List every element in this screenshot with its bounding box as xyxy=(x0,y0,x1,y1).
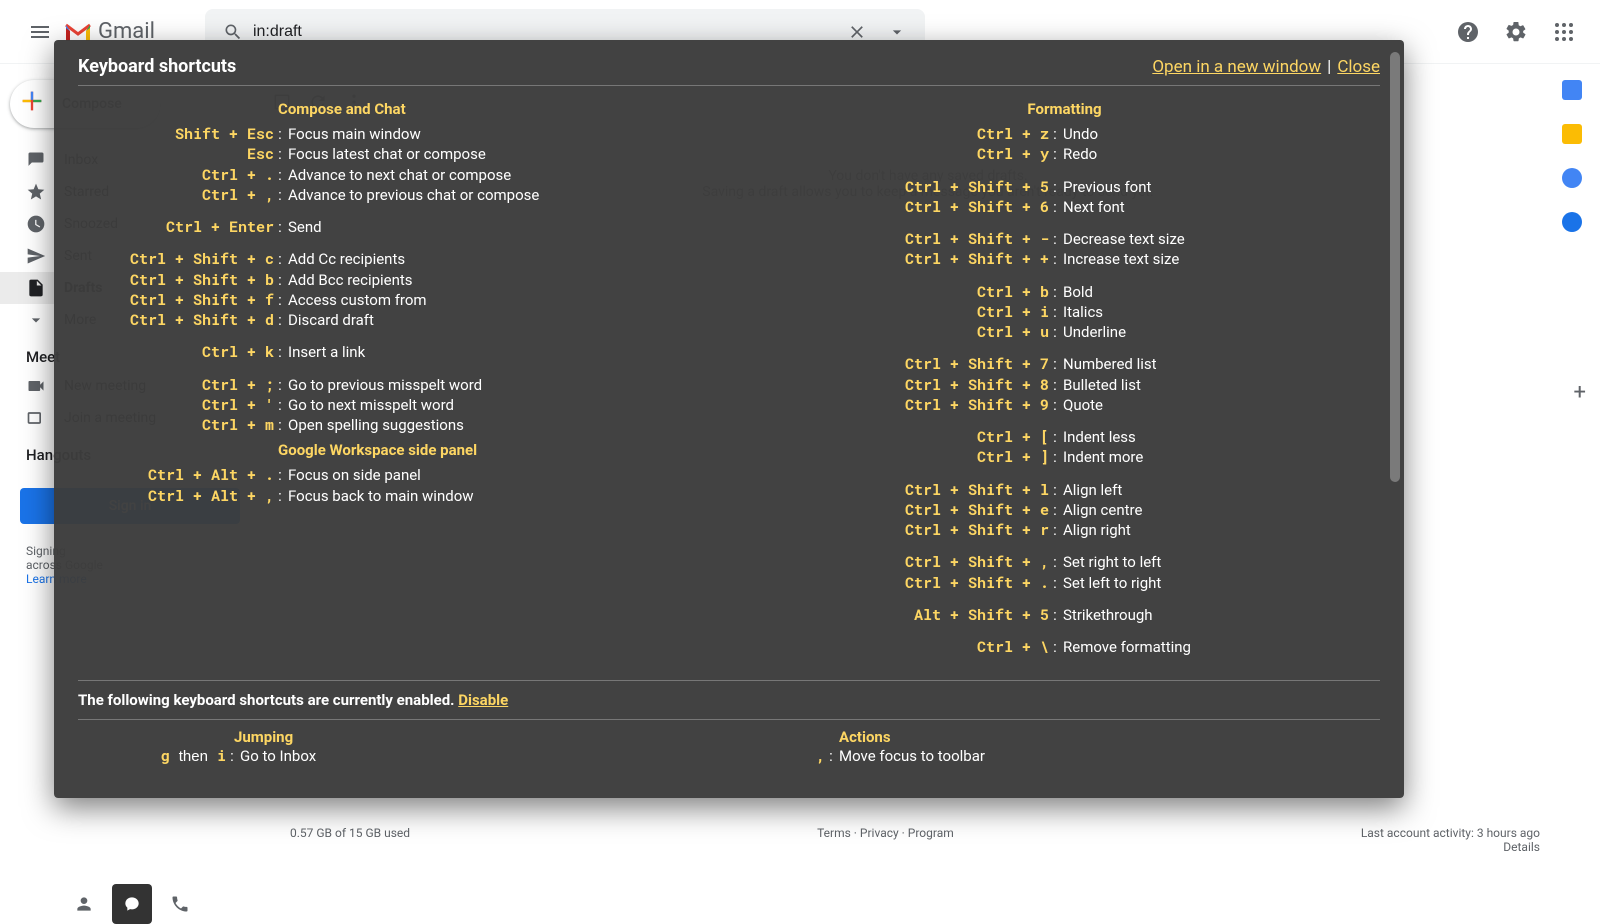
shortcut-row: Ctrl + [:Indent less xyxy=(749,427,1380,447)
activity-text: Last account activity: 3 hours ago xyxy=(1361,826,1540,840)
shortcuts-column-right: Formatting Ctrl + z:UndoCtrl + y:Redo Ct… xyxy=(749,94,1380,672)
keyboard-shortcuts-modal: Keyboard shortcuts Open in a new window … xyxy=(54,40,1404,798)
shortcut-row: Ctrl + Shift + ,:Set right to left xyxy=(749,552,1380,572)
shortcut-row: Ctrl + Shift + 9:Quote xyxy=(749,395,1380,415)
shortcut-row: Alt + Shift + 5:Strikethrough xyxy=(749,605,1380,625)
shortcut-row: , : Move focus to toolbar xyxy=(749,746,1380,766)
shortcut-row: Ctrl + Shift + e:Align centre xyxy=(749,500,1380,520)
shortcut-row: Ctrl + Shift + f:Access custom from xyxy=(78,290,709,310)
support-icon[interactable] xyxy=(1448,12,1488,52)
shortcuts-column-left: Compose and Chat Shift + Esc:Focus main … xyxy=(78,94,709,672)
shortcut-row: Ctrl + Shift + .:Set left to right xyxy=(749,573,1380,593)
shortcut-row: Ctrl + Enter:Send xyxy=(78,217,709,237)
keep-icon[interactable] xyxy=(1562,124,1582,144)
shortcut-row: Ctrl + i:Italics xyxy=(749,302,1380,322)
shortcut-row: Ctrl + m:Open spelling suggestions xyxy=(78,415,709,435)
shortcut-row: Ctrl + \:Remove formatting xyxy=(749,637,1380,657)
footer-links[interactable]: Terms · Privacy · Program xyxy=(817,826,954,854)
add-addon-icon[interactable]: + xyxy=(1574,380,1586,405)
contacts-icon[interactable] xyxy=(1562,212,1582,232)
section-formatting: Formatting xyxy=(749,100,1380,118)
bottom-chat-bar xyxy=(64,884,200,924)
footer: 0.57 GB of 15 GB used Terms · Privacy · … xyxy=(290,826,1540,854)
shortcut-row: Ctrl + k:Insert a link xyxy=(78,342,709,362)
section-side-panel: Google Workspace side panel xyxy=(78,441,709,459)
shortcut-row: Ctrl + Shift + r:Align right xyxy=(749,520,1380,540)
section-compose-chat: Compose and Chat xyxy=(78,100,709,118)
storage-text: 0.57 GB of 15 GB used xyxy=(290,826,410,854)
phone-icon[interactable] xyxy=(160,884,200,924)
shortcut-row: Shift + Esc:Focus main window xyxy=(78,124,709,144)
compose-plus-icon xyxy=(18,87,46,122)
shortcut-row: Ctrl + ,:Advance to previous chat or com… xyxy=(78,185,709,205)
shortcut-row: Ctrl + ':Go to next misspelt word xyxy=(78,395,709,415)
details-link[interactable]: Details xyxy=(1503,840,1540,854)
open-new-window-link[interactable]: Open in a new window xyxy=(1152,57,1321,77)
shortcut-row: Ctrl + Shift + 5:Previous font xyxy=(749,177,1380,197)
side-panel xyxy=(1544,64,1600,232)
calendar-icon[interactable] xyxy=(1562,80,1582,100)
shortcut-row: Ctrl + Shift + -:Decrease text size xyxy=(749,229,1380,249)
shortcut-row: Ctrl + Shift + d:Discard draft xyxy=(78,310,709,330)
modal-scrollbar[interactable] xyxy=(1390,52,1400,482)
disable-shortcuts-link[interactable]: Disable xyxy=(458,691,508,709)
hangouts-icon[interactable] xyxy=(112,884,152,924)
settings-icon[interactable] xyxy=(1496,12,1536,52)
shortcut-row: Ctrl + ;:Go to previous misspelt word xyxy=(78,375,709,395)
shortcut-row: Ctrl + Shift + +:Increase text size xyxy=(749,249,1380,269)
shortcut-row: Ctrl + Alt + .:Focus on side panel xyxy=(78,465,709,485)
person-icon[interactable] xyxy=(64,884,104,924)
shortcuts-enabled-note: The following keyboard shortcuts are cur… xyxy=(78,680,1380,720)
apps-icon[interactable] xyxy=(1544,12,1584,52)
shortcut-row: Ctrl + Shift + 6:Next font xyxy=(749,197,1380,217)
shortcut-row: Esc:Focus latest chat or compose xyxy=(78,144,709,164)
shortcut-row: Ctrl + b:Bold xyxy=(749,282,1380,302)
shortcut-row: Ctrl + .:Advance to next chat or compose xyxy=(78,165,709,185)
shortcut-row: Ctrl + y:Redo xyxy=(749,144,1380,164)
search-input[interactable] xyxy=(253,23,837,41)
close-modal-link[interactable]: Close xyxy=(1337,57,1380,77)
shortcut-row: Ctrl + Shift + l:Align left xyxy=(749,480,1380,500)
shortcut-row: Ctrl + Alt + ,:Focus back to main window xyxy=(78,486,709,506)
modal-title: Keyboard shortcuts xyxy=(78,56,236,77)
shortcut-row: Ctrl + Shift + 7:Numbered list xyxy=(749,354,1380,374)
shortcut-row: Ctrl + Shift + c:Add Cc recipients xyxy=(78,249,709,269)
shortcut-row: Ctrl + Shift + 8:Bulleted list xyxy=(749,375,1380,395)
shortcut-row: Ctrl + ]:Indent more xyxy=(749,447,1380,467)
section-jumping: Jumping xyxy=(78,728,709,746)
shortcut-row: Ctrl + u:Underline xyxy=(749,322,1380,342)
shortcut-row: Ctrl + z:Undo xyxy=(749,124,1380,144)
shortcut-row: Ctrl + Shift + b:Add Bcc recipients xyxy=(78,270,709,290)
section-actions: Actions xyxy=(749,728,1380,746)
tasks-icon[interactable] xyxy=(1562,168,1582,188)
shortcut-row: g then i : Go to Inbox xyxy=(78,746,709,766)
